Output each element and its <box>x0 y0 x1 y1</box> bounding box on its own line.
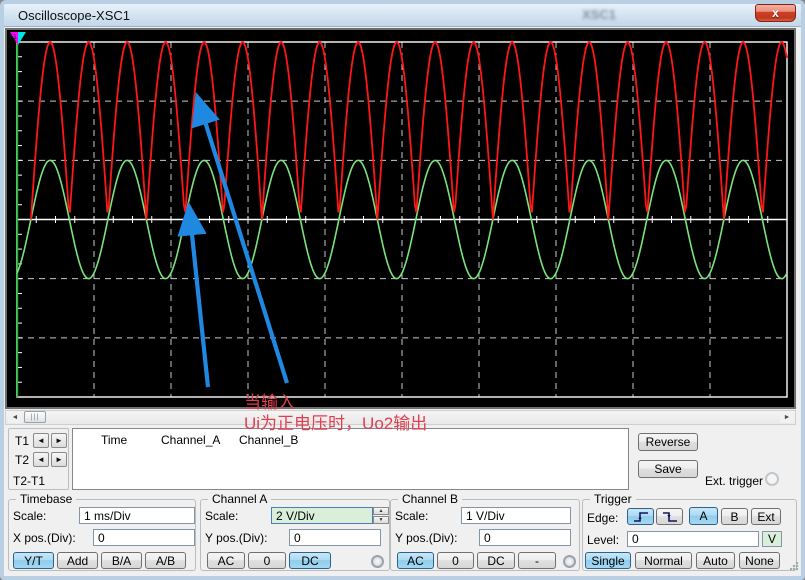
channel-b-dc-button[interactable]: DC <box>477 552 515 569</box>
svg-text:1: 1 <box>13 34 17 41</box>
scroll-right-icon[interactable]: ► <box>780 412 794 423</box>
scrollbar-thumb[interactable]: ||| <box>24 411 46 423</box>
ext-trigger-connector-icon <box>765 472 779 486</box>
trigger-source-ext-button[interactable]: Ext <box>751 508 781 525</box>
channel-b-scale-label: Scale: <box>395 509 428 523</box>
spinner-down-icon[interactable]: ▼ <box>373 516 389 524</box>
channel-a-scale-spinner[interactable]: ▲ ▼ <box>373 507 389 524</box>
channel-a-connector-icon <box>371 555 384 568</box>
scope-display[interactable]: 1 <box>5 28 796 409</box>
readout-panel: Time Channel_A Channel_B <box>72 428 629 490</box>
waveform-canvas[interactable]: 1 <box>7 30 794 407</box>
save-button[interactable]: Save <box>638 460 698 478</box>
trigger-group: Trigger Edge: A B Ext Level: 0 V Single … <box>582 499 797 571</box>
column-channel-a: Channel_A <box>161 433 220 447</box>
channel-b-zero-button[interactable]: 0 <box>437 552 474 569</box>
trigger-title: Trigger <box>590 492 636 506</box>
timebase-mode-yt[interactable]: Y/T <box>13 552 54 569</box>
channel-b-group: Channel B Scale: 1 V/Div Y pos.(Div): 0 … <box>390 499 580 571</box>
channel-a-ac-button[interactable]: AC <box>207 552 245 569</box>
falling-edge-icon <box>661 511 679 523</box>
timebase-xpos-label: X pos.(Div): <box>13 531 76 545</box>
t2-label: T2 <box>15 453 29 467</box>
channel-b-minus-button[interactable]: - <box>518 552 556 569</box>
trigger-level-unit[interactable]: V <box>762 531 782 547</box>
annotation-text: 当输入 Ui为正电压时，Uo2输出 <box>244 392 427 434</box>
timebase-mode-ab[interactable]: A/B <box>145 552 186 569</box>
channel-a-dc-button[interactable]: DC <box>289 552 331 569</box>
timebase-scale-field[interactable]: 1 ms/Div <box>79 507 195 524</box>
channel-a-ypos-field[interactable]: 0 <box>289 529 381 546</box>
timebase-group: Timebase Scale: 1 ms/Div X pos.(Div): 0 … <box>8 499 196 571</box>
titlebar[interactable]: Oscilloscope-XSC1 XSC1 x <box>4 4 801 27</box>
timebase-title: Timebase <box>16 492 76 506</box>
channel-b-scale-field[interactable]: 1 V/Div <box>461 507 571 524</box>
trigger-mode-none[interactable]: None <box>739 552 780 569</box>
ext-trigger-label: Ext. trigger <box>705 474 763 488</box>
trigger-mode-single[interactable]: Single <box>585 552 631 569</box>
trigger-source-a-button[interactable]: A <box>689 507 718 525</box>
channel-b-ac-button[interactable]: AC <box>397 552 434 569</box>
trigger-edge-label: Edge: <box>587 511 618 525</box>
trigger-rising-edge-button[interactable] <box>627 508 654 525</box>
t2-left-icon[interactable]: ◄ <box>33 452 49 467</box>
annotation-line1: 当输入 <box>244 392 427 413</box>
spinner-up-icon[interactable]: ▲ <box>373 507 389 515</box>
channel-a-scale-label: Scale: <box>205 509 238 523</box>
channel-a-title: Channel A <box>208 492 271 506</box>
t2-right-icon[interactable]: ► <box>51 452 67 467</box>
oscilloscope-window: Oscilloscope-XSC1 XSC1 x 1 当输入 Ui为正电压时，U… <box>0 0 805 580</box>
trigger-source-b-button[interactable]: B <box>721 508 748 525</box>
channel-b-ypos-label: Y pos.(Div): <box>395 531 457 545</box>
trigger-mode-auto[interactable]: Auto <box>696 552 735 569</box>
t1-right-icon[interactable]: ► <box>51 433 67 448</box>
scroll-left-icon[interactable]: ◄ <box>8 412 22 423</box>
t1-left-icon[interactable]: ◄ <box>33 433 49 448</box>
t2-t1-label: T2-T1 <box>13 474 45 488</box>
timebase-xpos-field[interactable]: 0 <box>93 529 195 546</box>
channel-a-group: Channel A Scale: 2 V/Div ▲ ▼ Y pos.(Div)… <box>200 499 390 571</box>
channel-b-connector-icon <box>563 555 576 568</box>
window-title: Oscilloscope-XSC1 <box>18 8 130 23</box>
t1-label: T1 <box>15 434 29 448</box>
rising-edge-icon <box>632 511 650 523</box>
timebase-scale-label: Scale: <box>13 509 46 523</box>
trigger-level-label: Level: <box>587 533 619 547</box>
timebase-mode-add[interactable]: Add <box>57 552 98 569</box>
cursor-readout-box: T1 ◄ ► T2 ◄ ► T2-T1 <box>8 428 69 490</box>
trigger-mode-normal[interactable]: Normal <box>635 552 692 569</box>
trigger-level-field[interactable]: 0 <box>627 531 759 547</box>
channel-a-zero-button[interactable]: 0 <box>248 552 286 569</box>
channel-a-scale-field[interactable]: 2 V/Div <box>271 507 373 524</box>
column-time: Time <box>101 433 127 447</box>
timebase-mode-ba[interactable]: B/A <box>101 552 142 569</box>
close-button[interactable]: x <box>755 4 796 22</box>
annotation-line2: Ui为正电压时，Uo2输出 <box>244 413 427 434</box>
channel-b-ypos-field[interactable]: 0 <box>479 529 571 546</box>
reverse-button[interactable]: Reverse <box>638 433 698 451</box>
channel-b-title: Channel B <box>398 492 462 506</box>
resize-grip[interactable] <box>790 562 799 571</box>
column-channel-b: Channel_B <box>239 433 298 447</box>
channel-a-ypos-label: Y pos.(Div): <box>205 531 267 545</box>
schematic-watermark: XSC1 <box>582 7 616 22</box>
trigger-falling-edge-button[interactable] <box>656 508 683 525</box>
